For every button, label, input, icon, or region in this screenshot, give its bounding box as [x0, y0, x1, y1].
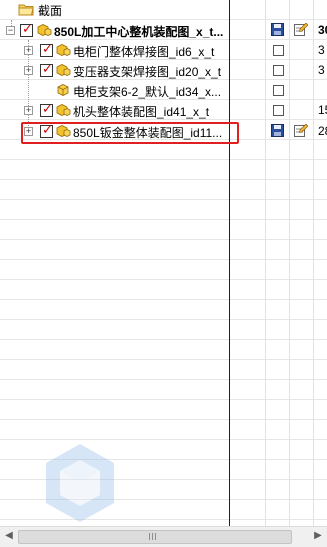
edit-note-icon[interactable] [294, 123, 309, 137]
scroll-left-arrow-icon[interactable]: ◀ [2, 529, 16, 543]
tree-row-part[interactable]: 电柜支架6-2_默认_id34_x... [0, 80, 327, 100]
assembly-label: 850L加工中心整机装配图_x_t... [54, 25, 224, 39]
part-cube-icon [55, 83, 69, 96]
floppy-disk-icon[interactable] [271, 124, 284, 137]
part-cube-icon [55, 43, 71, 56]
part-cube-icon [55, 103, 71, 116]
visibility-checkbox[interactable]: ✓ [20, 22, 33, 37]
tree-row-part[interactable]: + ✓ 电柜门整体焊接图_id6_x_t 3 [0, 40, 327, 60]
expand-toggle[interactable]: + [24, 106, 33, 115]
row-value: 3 [318, 63, 325, 77]
option-checkbox[interactable] [273, 65, 284, 76]
tree-row-assembly[interactable]: − ✓ 850L加工中心整机装配图_x_t... 30 [0, 20, 327, 40]
assembly-icon [36, 23, 52, 36]
part-label: 电柜支架6-2_默认_id34_x... [73, 85, 222, 99]
part-label: 变压器支架焊接图_id20_x_t [73, 65, 222, 79]
selection-highlight-box [21, 122, 239, 144]
part-cube-icon [55, 63, 71, 76]
grip-line [152, 533, 153, 540]
grip-line [149, 533, 150, 540]
edit-note-icon[interactable] [294, 22, 309, 36]
visibility-checkbox[interactable]: ✓ [40, 42, 53, 57]
floppy-disk-icon[interactable] [271, 23, 284, 36]
tree-row-part[interactable]: + ✓ 变压器支架焊接图_id20_x_t 3 [0, 60, 327, 80]
visibility-checkbox[interactable]: ✓ [40, 102, 53, 117]
grip-line [155, 533, 156, 540]
visibility-checkbox[interactable]: ✓ [40, 62, 53, 77]
row-value: 15 [318, 103, 327, 117]
part-label: 电柜门整体焊接图_id6_x_t [73, 45, 215, 59]
expand-toggle[interactable]: + [24, 66, 33, 75]
option-checkbox[interactable] [273, 45, 284, 56]
tree-row-part[interactable]: + ✓ 机头整体装配图_id41_x_t 15 [0, 100, 327, 120]
row-value: 28 [318, 124, 327, 138]
expand-toggle[interactable]: + [24, 46, 33, 55]
folder-icon [18, 2, 34, 16]
scroll-right-arrow-icon[interactable]: ▶ [311, 529, 325, 543]
tree-row-section[interactable]: 截面 [0, 0, 327, 20]
scrollbar-thumb[interactable] [18, 530, 292, 544]
row-value: 3 [318, 43, 325, 57]
section-label: 截面 [38, 4, 63, 18]
option-checkbox[interactable] [273, 85, 284, 96]
cube-logo-watermark [40, 440, 120, 526]
horizontal-scrollbar[interactable]: ◀ ▶ [0, 526, 327, 547]
collapse-toggle[interactable]: − [6, 26, 15, 35]
row-value: 30 [318, 23, 327, 37]
assembly-tree: 截面 − ✓ 850L加工中心整机装配图_x_t... 30 + ✓ 电柜门整体… [0, 0, 327, 526]
option-checkbox[interactable] [273, 105, 284, 116]
part-label: 机头整体装配图_id41_x_t [73, 105, 210, 119]
